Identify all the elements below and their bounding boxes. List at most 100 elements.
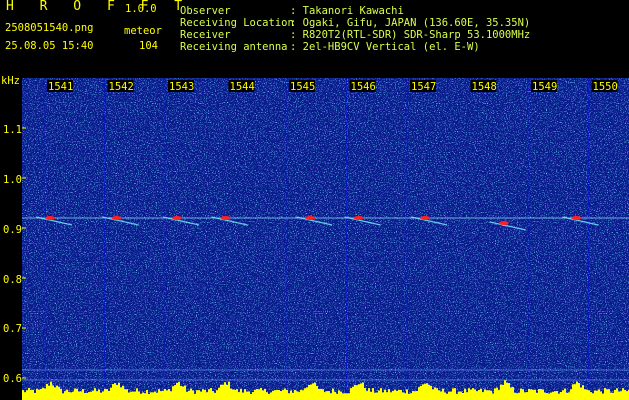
level-bar xyxy=(556,391,558,400)
level-bar xyxy=(152,392,154,400)
level-bar xyxy=(82,389,84,400)
level-bar xyxy=(502,384,504,400)
info-label-location: Receiving Location xyxy=(180,17,294,29)
level-bar xyxy=(560,392,562,400)
level-bar xyxy=(116,384,118,400)
level-bar xyxy=(400,389,402,400)
level-bar xyxy=(304,388,306,400)
level-bar xyxy=(564,388,566,400)
level-bar xyxy=(178,381,180,400)
level-bar xyxy=(130,391,132,400)
level-bar xyxy=(432,389,434,400)
level-bar xyxy=(226,384,228,400)
level-bar xyxy=(616,388,618,400)
level-bar xyxy=(234,389,236,400)
level-bar xyxy=(326,391,328,400)
level-bar xyxy=(522,389,524,400)
level-bar xyxy=(182,386,184,400)
level-bar xyxy=(578,383,580,400)
level-bar xyxy=(198,390,200,400)
level-bar xyxy=(520,388,522,400)
level-bar xyxy=(150,392,152,400)
level-bar xyxy=(538,389,540,400)
level-bar xyxy=(508,383,510,400)
level-bar xyxy=(138,391,140,400)
level-bar xyxy=(382,392,384,400)
y-axis-unit: kHz xyxy=(1,75,20,87)
level-bar xyxy=(570,389,572,400)
level-bar xyxy=(528,388,530,400)
level-bar xyxy=(120,387,122,400)
level-bar xyxy=(496,387,498,400)
level-bar xyxy=(50,381,52,400)
level-bar xyxy=(446,393,448,400)
level-bar xyxy=(86,393,88,400)
level-bar xyxy=(84,392,86,400)
level-bar xyxy=(448,391,450,400)
level-bar xyxy=(584,389,586,400)
level-bar xyxy=(456,393,458,400)
level-bar xyxy=(78,391,80,400)
level-bar xyxy=(228,381,230,400)
level-bar xyxy=(602,393,604,400)
level-bar xyxy=(146,389,148,400)
level-bar xyxy=(270,392,272,400)
level-bar xyxy=(460,391,462,400)
level-bar xyxy=(68,391,70,400)
y-tick-label: 1.1 xyxy=(3,124,22,136)
meteor-echo xyxy=(111,216,122,220)
level-bar xyxy=(44,388,46,400)
level-bar xyxy=(28,388,30,400)
level-bar xyxy=(166,390,168,400)
level-bar xyxy=(238,392,240,400)
level-bar xyxy=(476,391,478,400)
level-bar xyxy=(38,389,40,400)
level-bar xyxy=(324,392,326,400)
level-bar xyxy=(66,389,68,400)
level-bar xyxy=(566,392,568,400)
level-bar xyxy=(438,390,440,400)
level-bar xyxy=(112,384,114,400)
level-bar xyxy=(58,386,60,400)
level-bar xyxy=(562,390,564,400)
x-tick-label: 1548 xyxy=(472,81,497,93)
meteor-echo xyxy=(172,216,183,220)
level-bar xyxy=(214,392,216,400)
level-bar xyxy=(54,387,56,400)
level-bar xyxy=(592,393,594,400)
level-bar xyxy=(404,393,406,400)
level-bar xyxy=(572,384,574,400)
level-bar xyxy=(344,393,346,400)
level-bar xyxy=(210,388,212,400)
level-bar xyxy=(416,391,418,400)
level-bar xyxy=(186,391,188,400)
level-bar xyxy=(48,385,50,400)
level-bar xyxy=(490,390,492,400)
meteor-echo xyxy=(420,216,431,220)
level-bar xyxy=(24,392,26,400)
level-bar xyxy=(412,391,414,400)
level-bar xyxy=(114,383,116,400)
level-bar xyxy=(394,389,396,400)
level-bar xyxy=(554,391,556,400)
level-bar xyxy=(624,389,626,400)
app-title: H R O F F T xyxy=(6,0,192,14)
level-bar xyxy=(332,388,334,400)
level-bar xyxy=(246,391,248,400)
level-bar xyxy=(100,392,102,400)
level-bar xyxy=(134,391,136,400)
level-bar xyxy=(204,389,206,400)
level-bar xyxy=(172,386,174,400)
level-bar xyxy=(364,387,366,400)
level-bar xyxy=(132,391,134,400)
level-bar xyxy=(292,392,294,400)
level-bar xyxy=(614,389,616,400)
y-tick-label: 0.8 xyxy=(3,274,22,286)
level-bar xyxy=(122,385,124,400)
x-tick-label: 1545 xyxy=(290,81,315,93)
level-bar xyxy=(420,385,422,400)
level-bar xyxy=(248,391,250,400)
x-tick-label: 1543 xyxy=(169,81,194,93)
level-bar xyxy=(552,391,554,400)
level-bar xyxy=(598,389,600,400)
